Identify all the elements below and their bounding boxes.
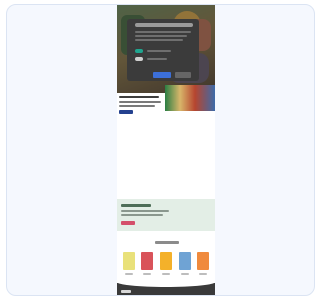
modal-overlay <box>117 5 215 93</box>
cookie-consent-dialog <box>127 19 199 81</box>
section-text-line <box>119 101 161 103</box>
children-photo <box>165 85 215 111</box>
toggle-label <box>147 58 167 60</box>
footer <box>117 277 215 295</box>
notice-section <box>117 199 215 231</box>
notice-title <box>121 204 151 207</box>
notice-button[interactable] <box>121 221 135 225</box>
webpage-thumbnail[interactable] <box>117 5 215 295</box>
dialog-text-line <box>135 35 187 37</box>
book-cover[interactable] <box>179 252 191 270</box>
dialog-text-line <box>135 31 191 33</box>
dialog-title <box>135 23 193 27</box>
toggle-analytics[interactable] <box>135 57 143 61</box>
book-cover[interactable] <box>141 252 153 270</box>
section-heading <box>119 96 159 98</box>
section-text-line <box>119 105 155 107</box>
book-label <box>143 273 151 275</box>
book-cover[interactable] <box>197 252 209 270</box>
footer-wave <box>117 277 215 287</box>
book-label <box>199 273 207 275</box>
book-cover[interactable] <box>123 252 135 270</box>
book-label <box>162 273 170 275</box>
book-cover[interactable] <box>160 252 172 270</box>
accept-button[interactable] <box>153 72 171 78</box>
screenshot-viewer <box>6 4 315 296</box>
notice-text-line <box>121 214 163 216</box>
toggle-label <box>147 50 171 52</box>
books-heading <box>155 241 179 244</box>
book-label <box>125 273 133 275</box>
toggle-necessary[interactable] <box>135 49 143 53</box>
settings-button[interactable] <box>175 72 191 78</box>
notice-text-line <box>121 210 169 212</box>
book-label <box>181 273 189 275</box>
footer-logo <box>121 290 131 293</box>
section-cta-button[interactable] <box>119 110 133 114</box>
dialog-text-line <box>135 39 183 41</box>
